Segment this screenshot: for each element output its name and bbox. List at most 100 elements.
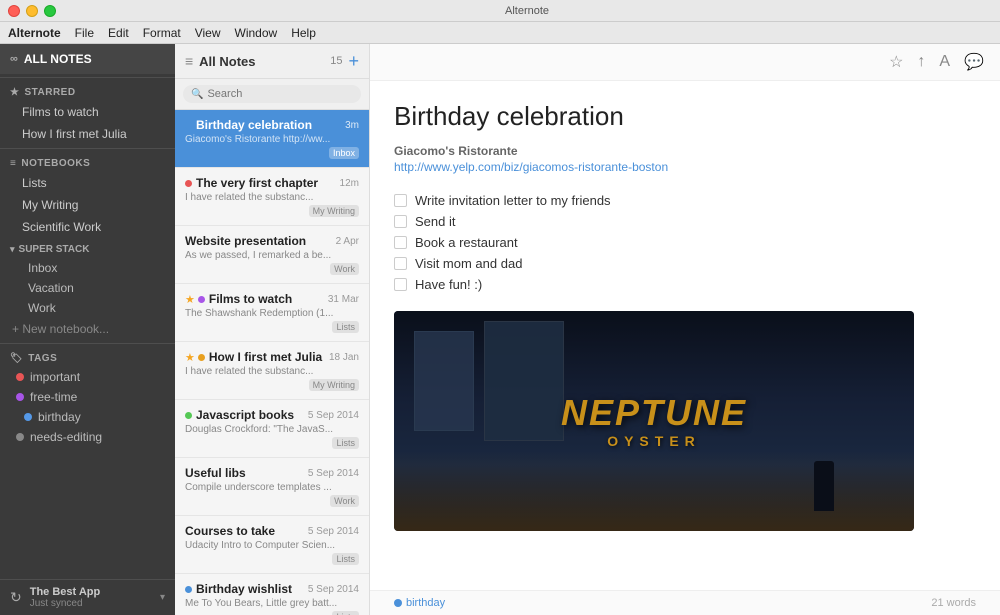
note-item-time: 5 Sep 2014: [308, 410, 359, 421]
note-item-title: Birthday celebration: [196, 118, 341, 132]
menu-item-window[interactable]: Window: [235, 26, 278, 40]
toolbar-share-icon[interactable]: ↑: [917, 53, 925, 71]
tags-icon: 🏷: [10, 353, 23, 364]
note-tag-badge: Inbox: [329, 147, 359, 159]
checklist-text-2: Book a restaurant: [415, 235, 518, 250]
note-tag-badge: My Writing: [309, 379, 359, 391]
checkbox-1[interactable]: [394, 215, 407, 228]
note-item-time: 5 Sep 2014: [308, 584, 359, 595]
menu-item-appname[interactable]: Alternote: [8, 26, 61, 40]
note-item-time: 12m: [340, 178, 359, 189]
note-list-item-2[interactable]: Website presentation 2 Apr As we passed,…: [175, 226, 369, 284]
note-list-item-6[interactable]: Useful libs 5 Sep 2014 Compile underscor…: [175, 458, 369, 516]
tag-birthday[interactable]: birthday: [0, 407, 175, 427]
search-wrapper: 🔍: [183, 85, 361, 103]
note-link[interactable]: http://www.yelp.com/biz/giacomos-ristora…: [394, 160, 976, 174]
checklist-item-1[interactable]: Send it: [394, 211, 976, 232]
checkbox-0[interactable]: [394, 194, 407, 207]
menu-item-file[interactable]: File: [75, 26, 94, 40]
note-list-item-4[interactable]: ★ How I first met Julia 18 Jan I have re…: [175, 342, 369, 400]
note-tag-badge: Lists: [332, 553, 359, 565]
checklist-text-0: Write invitation letter to my friends: [415, 193, 611, 208]
minimize-button[interactable]: [26, 5, 38, 17]
footer-tag-label: birthday: [406, 597, 445, 609]
toolbar-font-icon[interactable]: A: [939, 53, 950, 71]
note-item-time: 18 Jan: [329, 352, 359, 363]
tag-needs-editing[interactable]: needs-editing: [0, 427, 175, 447]
star-icon: ★: [185, 351, 195, 364]
super-stack-header[interactable]: ▾ Super Stack: [0, 238, 175, 258]
sidebar-item-all-notes[interactable]: ∞ ALL NOTES: [0, 44, 175, 74]
sidebar-item-my-writing[interactable]: My Writing: [0, 194, 175, 216]
toolbar-comment-icon[interactable]: 💬: [964, 52, 984, 72]
menu-item-help[interactable]: Help: [291, 26, 316, 40]
note-tag-badge: Work: [330, 263, 359, 275]
note-list-item-1[interactable]: The very first chapter 12m I have relate…: [175, 168, 369, 226]
sync-bar[interactable]: ↻ The Best App Just synced ▾: [0, 579, 175, 615]
image-text-neptune: NEPTUNE: [561, 393, 747, 433]
note-item-time: 2 Apr: [336, 236, 359, 247]
note-item-title: Birthday wishlist: [196, 582, 304, 596]
sidebar-item-scientific-work[interactable]: Scientific Work: [0, 216, 175, 238]
tag-important[interactable]: important: [0, 367, 175, 387]
sync-title: The Best App: [30, 586, 152, 598]
new-notebook-button[interactable]: + New notebook...: [0, 318, 175, 340]
search-input[interactable]: [207, 88, 353, 100]
checkbox-4[interactable]: [394, 278, 407, 291]
note-content: Birthday celebration Giacomo's Ristorant…: [370, 81, 1000, 590]
note-item-title: Website presentation: [185, 234, 332, 248]
sidebar-item-inbox[interactable]: Inbox: [0, 258, 175, 278]
note-tag-badge: Lists: [332, 321, 359, 333]
note-source: Giacomo's Ristorante: [394, 144, 976, 158]
all-notes-label: ALL NOTES: [24, 52, 92, 66]
note-list-item-5[interactable]: Javascript books 5 Sep 2014 Douglas Croc…: [175, 400, 369, 458]
sidebar-item-vacation[interactable]: Vacation: [0, 278, 175, 298]
titlebar: Alternote: [0, 0, 1000, 22]
sort-icon[interactable]: ≡: [185, 53, 193, 69]
note-list-item-0[interactable]: Birthday celebration 3m Giacomo's Ristor…: [175, 110, 369, 168]
menu-item-edit[interactable]: Edit: [108, 26, 129, 40]
checklist-item-3[interactable]: Visit mom and dad: [394, 253, 976, 274]
sync-chevron-icon: ▾: [160, 592, 165, 603]
tag-free-time[interactable]: free-time: [0, 387, 175, 407]
note-item-time: 3m: [345, 120, 359, 131]
footer-tag-dot: [394, 599, 402, 607]
checklist-text-1: Send it: [415, 214, 455, 229]
tag-dot-needs-editing: [16, 433, 24, 441]
checklist-item-4[interactable]: Have fun! :): [394, 274, 976, 295]
notes-count: 15: [330, 55, 342, 67]
app-container: ∞ ALL NOTES ★ STARRED Films to watch How…: [0, 44, 1000, 615]
notes-list-header: ≡ All Notes 15 +: [175, 44, 369, 79]
checkbox-3[interactable]: [394, 257, 407, 270]
sidebar-item-films-to-watch[interactable]: Films to watch: [0, 101, 175, 123]
notebooks-section-header: ≡ NOTEBOOKS: [0, 152, 175, 172]
checklist-item-2[interactable]: Book a restaurant: [394, 232, 976, 253]
close-button[interactable]: [8, 5, 20, 17]
maximize-button[interactable]: [44, 5, 56, 17]
checklist-item-0[interactable]: Write invitation letter to my friends: [394, 190, 976, 211]
note-item-preview: Douglas Crockford: "The JavaS...: [185, 424, 359, 435]
sidebar-item-how-i-first-met-julia[interactable]: How I first met Julia: [0, 123, 175, 145]
menu-item-format[interactable]: Format: [143, 26, 181, 40]
note-footer-tag[interactable]: birthday: [394, 597, 445, 609]
sync-icon: ↻: [10, 589, 22, 606]
star-icon: ★: [10, 87, 19, 98]
note-item-preview: Udacity Intro to Computer Scien...: [185, 540, 359, 551]
sidebar: ∞ ALL NOTES ★ STARRED Films to watch How…: [0, 44, 175, 615]
menu-item-view[interactable]: View: [195, 26, 221, 40]
note-detail: ☆ ↑ A 💬 Birthday celebration Giacomo's R…: [370, 44, 1000, 615]
note-item-title: Useful libs: [185, 466, 304, 480]
note-item-preview: I have related the substanc...: [185, 366, 359, 377]
note-list-item-7[interactable]: Courses to take 5 Sep 2014 Udacity Intro…: [175, 516, 369, 574]
sidebar-item-lists[interactable]: Lists: [0, 172, 175, 194]
checkbox-2[interactable]: [394, 236, 407, 249]
note-footer: birthday 21 words: [370, 590, 1000, 615]
add-note-button[interactable]: +: [348, 52, 359, 70]
note-item-time: 5 Sep 2014: [308, 468, 359, 479]
note-list-item-3[interactable]: ★ Films to watch 31 Mar The Shawshank Re…: [175, 284, 369, 342]
sidebar-item-work[interactable]: Work: [0, 298, 175, 318]
note-list-item-8[interactable]: Birthday wishlist 5 Sep 2014 Me To You B…: [175, 574, 369, 615]
toolbar-star-icon[interactable]: ☆: [889, 52, 903, 72]
notebooks-icon: ≡: [10, 158, 16, 169]
note-checklist: Write invitation letter to my friends Se…: [394, 190, 976, 295]
